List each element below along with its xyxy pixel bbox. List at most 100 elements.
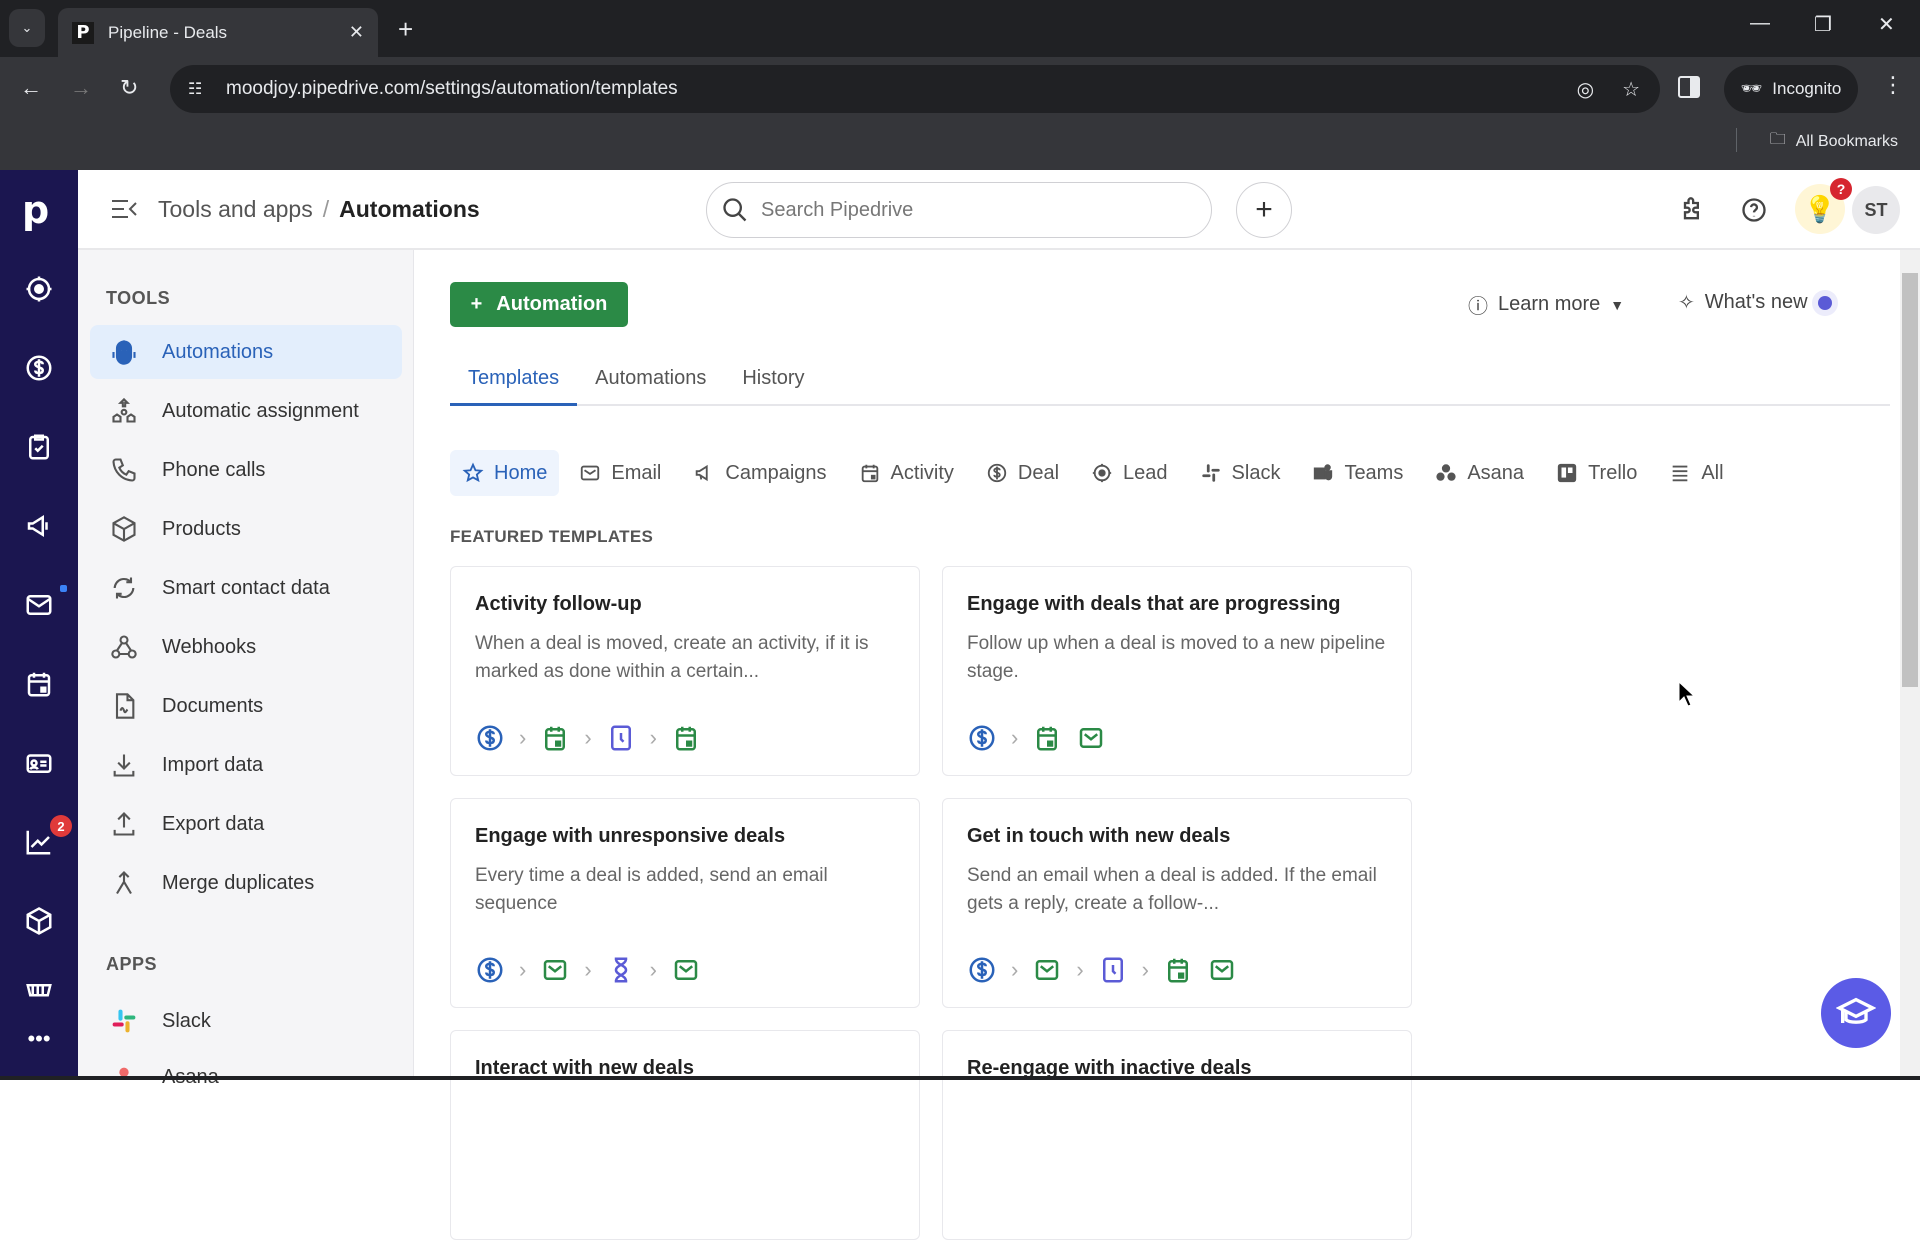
rail-mail-icon[interactable] [20,586,58,624]
info-icon: ⓘ [1468,296,1488,318]
search-box[interactable] [706,182,1212,238]
reload-button[interactable]: ↻ [120,75,138,101]
category-teams[interactable]: Teams [1300,450,1415,496]
email-icon [1080,728,1103,748]
template-card[interactable]: Engage with unresponsive deals Every tim… [450,798,920,1008]
rail-deals-icon[interactable] [20,349,58,387]
close-tab-icon[interactable]: ✕ [349,22,364,43]
apps-section-title: APPS [106,954,158,974]
email-icon [544,960,567,980]
activity-calendar-icon [545,726,566,751]
chevron-right-icon: › [1076,957,1084,982]
minimize-button[interactable]: — [1750,12,1770,35]
import-icon [108,749,140,781]
sidebar-item-webhooks[interactable]: Webhooks [90,620,402,674]
chevron-right-icon: › [1011,957,1019,982]
category-activity[interactable]: Activity [847,450,966,496]
incognito-indicator[interactable]: 🕶 Incognito [1724,65,1858,113]
sidebar-item-smart-contact-data[interactable]: Smart contact data [90,561,402,615]
category-label: Slack [1231,461,1281,484]
rail-calendar-icon[interactable] [20,665,58,703]
main-content: + Automation ⓘ Learn more ▼ ✧ What's new… [414,250,1900,1240]
category-trello[interactable]: Trello [1544,450,1649,496]
category-label: All [1701,461,1724,484]
close-window-button[interactable]: ✕ [1878,12,1895,37]
side-panel-icon[interactable] [1678,76,1700,98]
template-card[interactable]: Engage with deals that are progressing F… [942,566,1412,776]
category-home[interactable]: Home [450,450,560,496]
list-icon [1673,465,1688,482]
sidebar-item-slack[interactable]: Slack [90,994,402,1048]
tab-history[interactable]: History [724,364,822,406]
category-label: Deal [1017,461,1060,484]
rail-more-icon[interactable]: ••• [20,1020,58,1058]
restore-button[interactable]: ❐ [1814,12,1832,37]
rail-notification-dot [60,585,67,592]
quick-add-button[interactable]: + [1236,182,1292,238]
chevron-right-icon: › [584,725,592,750]
template-card[interactable]: Interact with new deals [450,1030,920,1240]
category-label: Asana [1467,461,1525,484]
category-lead[interactable]: Lead [1079,450,1180,496]
sidebar-item-automatic-assignment[interactable]: Automatic assignment [90,384,402,438]
learning-center-button[interactable] [1821,978,1891,1048]
all-bookmarks-button[interactable]: 🗀 All Bookmarks [1770,128,1898,155]
page-title: Automations [339,196,480,222]
site-info-icon[interactable]: ☷ [188,79,218,99]
category-all[interactable]: All [1657,450,1735,496]
bookmark-star-icon[interactable]: ☆ [1622,77,1640,102]
sidebar-item-automations[interactable]: Automations [90,325,402,379]
sidebar-item-products[interactable]: Products [90,502,402,556]
rail-marketplace-icon[interactable] [20,970,58,1008]
template-card[interactable]: Get in touch with new deals Send an emai… [942,798,1412,1008]
rail-products-icon[interactable] [20,902,58,940]
template-title: Engage with unresponsive deals [475,825,786,847]
add-automation-button[interactable]: + Automation [450,282,628,327]
collapse-menu-icon[interactable] [110,197,138,221]
calendar-icon [861,464,878,483]
sidebar-item-phone-calls[interactable]: Phone calls [90,443,402,497]
new-tab-button[interactable]: + [398,14,413,45]
search-input[interactable] [761,198,1181,222]
rail-activities-icon[interactable] [20,428,58,466]
chevron-right-icon: › [649,725,657,750]
sidebar-item-export-data[interactable]: Export data [90,797,402,851]
rail-insights-icon[interactable] [20,823,58,861]
email-icon [1210,960,1234,980]
help-icon[interactable] [1736,192,1772,228]
tab-automations[interactable]: Automations [577,364,724,406]
tab-search-button[interactable]: ⌄ [9,9,45,47]
template-card[interactable]: Re-engage with inactive deals [942,1030,1412,1240]
category-asana[interactable]: Asana [1423,450,1536,496]
user-avatar[interactable]: ST [1852,186,1900,234]
template-description: Every time a deal is added, send an emai… [475,865,828,914]
rail-campaigns-icon[interactable] [20,507,58,545]
extensions-puzzle-icon[interactable] [1674,192,1710,228]
address-bar[interactable]: ☷ moodjoy.pipedrive.com/settings/automat… [170,65,1660,113]
eye-off-icon[interactable]: ◎ [1577,77,1594,102]
template-card[interactable]: Activity follow-up When a deal is moved,… [450,566,920,776]
tab-templates[interactable]: Templates [450,364,578,406]
scrollbar-thumb[interactable] [1902,273,1918,687]
category-email[interactable]: Email [567,450,673,496]
sidebar-item-import-data[interactable]: Import data [90,738,402,792]
sidebar-item-documents[interactable]: Documents [90,679,402,733]
search-icon [723,198,747,222]
pipedrive-logo[interactable]: p [22,188,49,232]
browser-tab[interactable]: P Pipeline - Deals ✕ [58,8,378,57]
rail-leads-icon[interactable] [20,270,58,308]
rail-contacts-icon[interactable] [20,744,58,782]
category-deal[interactable]: Deal [974,450,1071,496]
learn-more-dropdown[interactable]: ⓘ Learn more ▼ [1468,290,1624,319]
breadcrumb-parent[interactable]: Tools and apps [158,196,313,223]
chevron-right-icon: › [649,957,657,982]
assignment-icon [108,395,140,427]
category-slack[interactable]: Slack [1188,450,1293,496]
sidebar-item-merge-duplicates[interactable]: Merge duplicates [90,856,402,910]
forward-button[interactable]: → [70,75,92,101]
whats-new-button[interactable]: ✧ What's new [1678,290,1832,315]
browser-menu-icon[interactable]: ⋮ [1882,72,1904,98]
category-campaigns[interactable]: Campaigns [681,450,838,496]
back-button[interactable]: ← [20,75,42,101]
sidebar-item-label: Webhooks [162,635,257,658]
